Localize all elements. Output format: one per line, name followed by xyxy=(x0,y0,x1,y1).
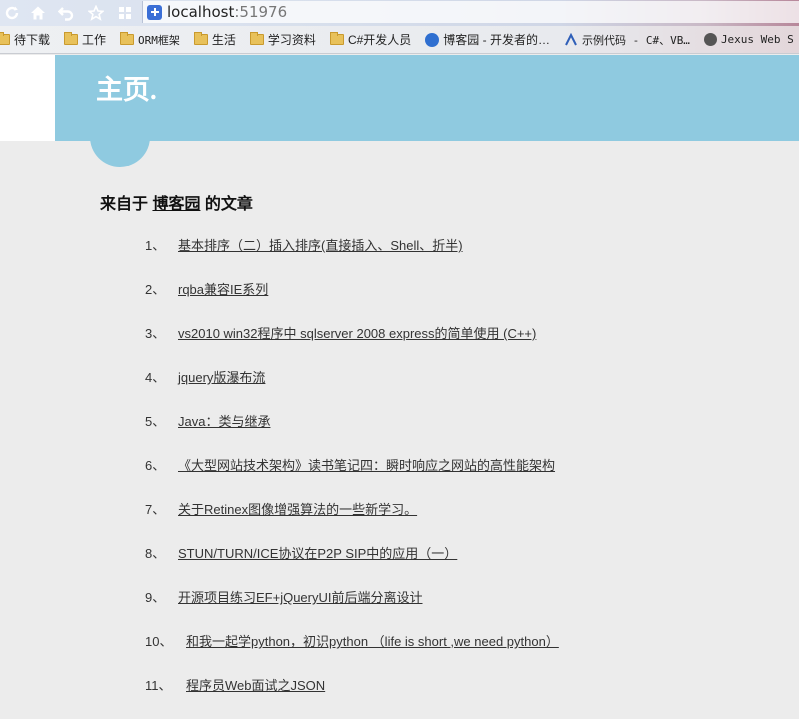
bookmarks-bar: 待下载 工作 ORM框架 生活 学习资料 C#开发人员 博客园 - 开发者的… … xyxy=(0,26,799,54)
folder-icon xyxy=(120,32,135,45)
article-link[interactable]: 程序员Web面试之JSON xyxy=(186,675,325,694)
list-item: 4、 jquery版瀑布流 xyxy=(145,367,559,411)
list-item: 3、 vs2010 win32程序中 sqlserver 2008 express… xyxy=(145,323,559,367)
page-content: 主页. 来自于 博客园 的文章 1、 基本排序（二）插入排序(直接插入、Shell… xyxy=(0,55,799,693)
site-favicon-icon xyxy=(147,4,162,20)
apps-grid-icon[interactable] xyxy=(115,3,135,23)
bookmark-jexus[interactable]: Jexus Web S xyxy=(703,33,794,46)
article-link[interactable]: 和我一起学python，初识python （life is short ,we … xyxy=(186,631,559,650)
article-link[interactable]: vs2010 win32程序中 sqlserver 2008 express的简… xyxy=(178,323,536,342)
source-link[interactable]: 博客园 xyxy=(152,196,200,213)
back-icon[interactable] xyxy=(56,3,76,23)
bookmark-folder-orm[interactable]: ORM框架 xyxy=(120,32,180,48)
bookmark-folder-work[interactable]: 工作 xyxy=(64,31,106,48)
jexus-icon xyxy=(703,33,717,46)
article-link[interactable]: 开源项目练习EF+jQueryUI前后端分离设计 xyxy=(178,587,423,606)
item-number: 3、 xyxy=(145,326,166,341)
bookmark-cnblogs[interactable]: 博客园 - 开发者的… xyxy=(425,31,550,48)
bookmark-code-samples[interactable]: 示例代码 - C#、VB… xyxy=(564,32,690,48)
page-title: 主页. xyxy=(96,75,157,105)
code-sample-icon xyxy=(564,32,578,47)
article-link[interactable]: rqba兼容IE系列 xyxy=(178,279,268,298)
folder-icon xyxy=(193,32,208,45)
bookmark-folder-pending[interactable]: 待下载 xyxy=(0,31,50,48)
list-item: 7、 关于Retinex图像增强算法的一些新学习。 xyxy=(145,499,559,543)
reload-icon[interactable] xyxy=(2,3,22,23)
browser-toolbar: localhost:51976 xyxy=(0,0,799,26)
item-number: 2、 xyxy=(145,282,166,297)
list-item: 5、 Java：类与继承 xyxy=(145,411,559,455)
article-link[interactable]: STUN/TURN/ICE协议在P2P SIP中的应用（一） xyxy=(178,543,457,562)
list-item: 6、 《大型网站技术架构》读书笔记四：瞬时响应之网站的高性能架构 xyxy=(145,455,559,499)
list-item: 1、 基本排序（二）插入排序(直接插入、Shell、折半) xyxy=(145,235,559,279)
article-link[interactable]: 《大型网站技术架构》读书笔记四：瞬时响应之网站的高性能架构 xyxy=(178,455,555,474)
bookmark-star-icon[interactable] xyxy=(86,3,106,23)
folder-icon xyxy=(64,32,79,45)
folder-icon xyxy=(249,32,264,45)
bookmark-folder-life[interactable]: 生活 xyxy=(193,31,236,48)
address-bar[interactable]: localhost:51976 xyxy=(142,1,799,23)
bookmark-folder-csharp[interactable]: C#开发人员 xyxy=(329,31,411,48)
cnblogs-icon xyxy=(425,32,440,47)
folder-icon xyxy=(0,32,10,45)
list-item: 2、 rqba兼容IE系列 xyxy=(145,279,559,323)
article-link[interactable]: jquery版瀑布流 xyxy=(178,367,265,386)
item-number: 6、 xyxy=(145,458,166,473)
header-left-margin xyxy=(0,55,55,141)
item-number: 7、 xyxy=(145,502,166,517)
header-banner: 主页. xyxy=(55,55,799,141)
item-number: 4、 xyxy=(145,370,166,385)
list-item: 9、 开源项目练习EF+jQueryUI前后端分离设计 xyxy=(145,587,559,631)
article-link[interactable]: Java：类与继承 xyxy=(178,411,270,430)
url-text: localhost:51976 xyxy=(167,3,288,21)
item-number: 1、 xyxy=(145,238,166,253)
folder-icon xyxy=(329,32,344,45)
bookmark-folder-study[interactable]: 学习资料 xyxy=(249,31,316,48)
list-item: 10、 和我一起学python，初识python （life is short ,… xyxy=(145,631,559,675)
list-item: 11、 程序员Web面试之JSON xyxy=(145,675,559,719)
item-number: 11、 xyxy=(145,678,172,693)
section-heading: 来自于 博客园 的文章 xyxy=(100,196,253,213)
item-number: 10、 xyxy=(145,634,173,649)
item-number: 9、 xyxy=(145,590,166,605)
article-list: 1、 基本排序（二）插入排序(直接插入、Shell、折半) 2、 rqba兼容IE系… xyxy=(145,235,559,719)
item-number: 5、 xyxy=(145,414,166,429)
item-number: 8、 xyxy=(145,546,166,561)
list-item: 8、 STUN/TURN/ICE协议在P2P SIP中的应用（一） xyxy=(145,543,559,587)
article-link[interactable]: 基本排序（二）插入排序(直接插入、Shell、折半) xyxy=(178,235,463,254)
home-icon[interactable] xyxy=(28,3,48,23)
article-link[interactable]: 关于Retinex图像增强算法的一些新学习。 xyxy=(178,499,417,518)
